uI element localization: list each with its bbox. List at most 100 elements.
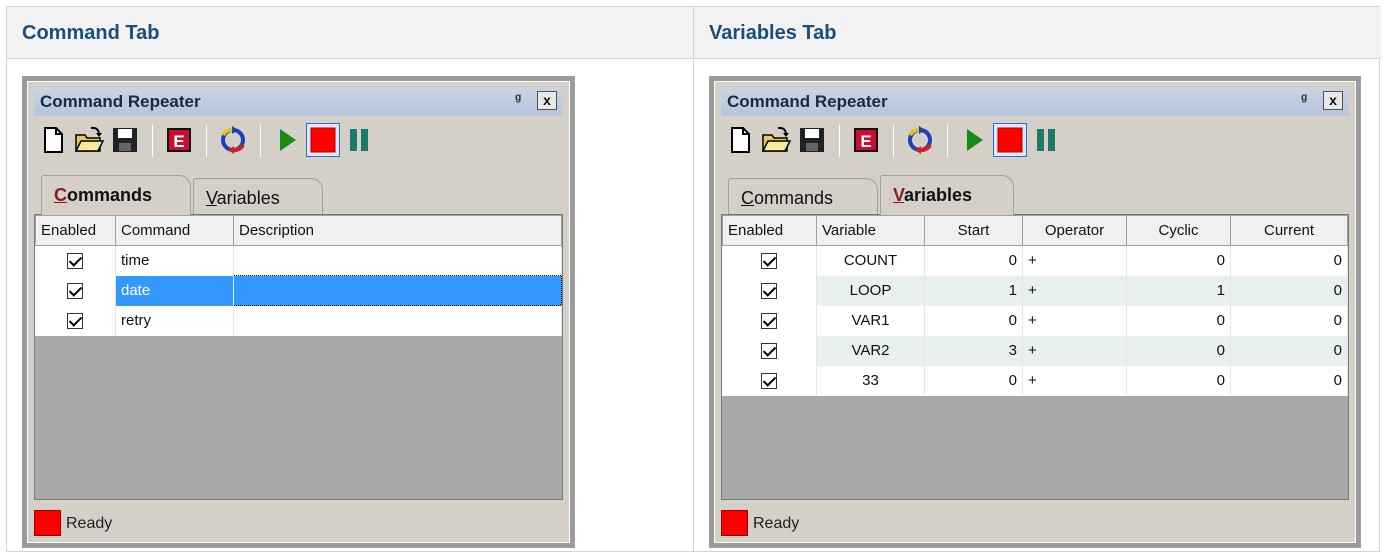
- column-header-cyclic[interactable]: Cyclic: [1126, 215, 1231, 246]
- tab-variables-label: ariables: [216, 188, 280, 208]
- save-disk-icon[interactable]: [797, 125, 827, 155]
- operator-cell[interactable]: +: [1022, 275, 1127, 306]
- toolbar: E: [34, 121, 563, 161]
- cyclic-cell[interactable]: 0: [1126, 245, 1231, 276]
- enabled-cell[interactable]: [35, 245, 116, 276]
- status-indicator-icon: [34, 510, 61, 536]
- current-cell[interactable]: 0: [1230, 305, 1348, 336]
- tab-commands[interactable]: Commands: [728, 178, 878, 214]
- start-cell[interactable]: 3: [924, 335, 1023, 366]
- enabled-cell[interactable]: [35, 305, 116, 336]
- start-cell[interactable]: 0: [924, 365, 1023, 396]
- column-header-enabled[interactable]: Enabled: [722, 215, 817, 246]
- operator-cell[interactable]: +: [1022, 335, 1127, 366]
- column-header-description[interactable]: Description: [233, 215, 562, 246]
- enabled-cell[interactable]: [722, 275, 817, 306]
- current-cell[interactable]: 0: [1230, 335, 1348, 366]
- right-column: Variables Tab Command Repeater ᵍ x E Com…: [694, 7, 1381, 551]
- checkbox[interactable]: [761, 373, 778, 390]
- description-cell[interactable]: [233, 305, 562, 336]
- checkbox[interactable]: [67, 283, 84, 300]
- checkbox[interactable]: [761, 283, 778, 300]
- close-icon[interactable]: x: [1323, 91, 1343, 110]
- pin-icon[interactable]: ᵍ: [1295, 91, 1313, 111]
- table-row[interactable]: LOOP 1 + 1 0: [722, 275, 1348, 306]
- checkbox[interactable]: [761, 253, 778, 270]
- description-cell[interactable]: [233, 245, 562, 276]
- command-cell[interactable]: retry: [115, 305, 234, 336]
- pin-icon[interactable]: ᵍ: [509, 91, 527, 111]
- toolbar-separator: [152, 125, 153, 157]
- stop-button[interactable]: [993, 123, 1027, 157]
- play-icon[interactable]: [272, 125, 302, 155]
- description-cell[interactable]: [233, 275, 562, 306]
- column-header-enabled[interactable]: Enabled: [35, 215, 116, 246]
- variable-cell[interactable]: VAR2: [816, 335, 925, 366]
- column-header-start[interactable]: Start: [924, 215, 1023, 246]
- table-row[interactable]: date: [35, 275, 562, 306]
- table-row[interactable]: time: [35, 245, 562, 276]
- tab-variables[interactable]: Variables: [880, 175, 1014, 215]
- column-header-variables-tab: Variables Tab: [694, 7, 1381, 59]
- close-icon[interactable]: x: [537, 91, 557, 110]
- enabled-cell[interactable]: [722, 245, 817, 276]
- start-cell[interactable]: 1: [924, 275, 1023, 306]
- checkbox[interactable]: [67, 313, 84, 330]
- column-header-variable[interactable]: Variable: [816, 215, 925, 246]
- edit-e-icon[interactable]: E: [851, 125, 881, 155]
- checkbox[interactable]: [67, 253, 84, 270]
- variable-cell[interactable]: VAR1: [816, 305, 925, 336]
- command-cell[interactable]: time: [115, 245, 234, 276]
- commands-table: Enabled Command Description time date re…: [35, 215, 562, 336]
- checkbox[interactable]: [761, 343, 778, 360]
- start-cell[interactable]: 0: [924, 245, 1023, 276]
- operator-cell[interactable]: +: [1022, 365, 1127, 396]
- column-header-current[interactable]: Current: [1230, 215, 1348, 246]
- table-row[interactable]: VAR1 0 + 0 0: [722, 305, 1348, 336]
- operator-cell[interactable]: +: [1022, 245, 1127, 276]
- stop-icon: [310, 127, 336, 153]
- current-cell[interactable]: 0: [1230, 365, 1348, 396]
- window-titlebar: Command Repeater ᵍ x: [34, 88, 563, 116]
- variable-cell[interactable]: COUNT: [816, 245, 925, 276]
- stop-button[interactable]: [306, 123, 340, 157]
- table-row[interactable]: retry: [35, 305, 562, 336]
- enabled-cell[interactable]: [35, 275, 116, 306]
- svg-text:E: E: [860, 132, 871, 151]
- table-row[interactable]: 33 0 + 0 0: [722, 365, 1348, 396]
- edit-e-icon[interactable]: E: [164, 125, 194, 155]
- current-cell[interactable]: 0: [1230, 245, 1348, 276]
- new-file-icon[interactable]: [38, 125, 68, 155]
- svg-text:E: E: [173, 132, 184, 151]
- open-folder-icon[interactable]: [74, 125, 104, 155]
- variable-cell[interactable]: 33: [816, 365, 925, 396]
- column-header-operator[interactable]: Operator: [1022, 215, 1127, 246]
- cyclic-cell[interactable]: 0: [1126, 335, 1231, 366]
- tab-commands[interactable]: Commands: [41, 175, 191, 215]
- pause-icon[interactable]: [344, 125, 374, 155]
- refresh-cycle-icon[interactable]: [218, 125, 248, 155]
- column-header-command[interactable]: Command: [115, 215, 234, 246]
- status-text: Ready: [66, 515, 113, 532]
- tab-variables[interactable]: Variables: [193, 178, 323, 214]
- variable-cell[interactable]: LOOP: [816, 275, 925, 306]
- new-file-icon[interactable]: [725, 125, 755, 155]
- open-folder-icon[interactable]: [761, 125, 791, 155]
- refresh-cycle-icon[interactable]: [905, 125, 935, 155]
- enabled-cell[interactable]: [722, 365, 817, 396]
- table-row[interactable]: VAR2 3 + 0 0: [722, 335, 1348, 366]
- current-cell[interactable]: 0: [1230, 275, 1348, 306]
- enabled-cell[interactable]: [722, 305, 817, 336]
- checkbox[interactable]: [761, 313, 778, 330]
- start-cell[interactable]: 0: [924, 305, 1023, 336]
- cyclic-cell[interactable]: 1: [1126, 275, 1231, 306]
- operator-cell[interactable]: +: [1022, 305, 1127, 336]
- cyclic-cell[interactable]: 0: [1126, 305, 1231, 336]
- play-icon[interactable]: [959, 125, 989, 155]
- save-disk-icon[interactable]: [110, 125, 140, 155]
- command-cell[interactable]: date: [115, 275, 234, 306]
- cyclic-cell[interactable]: 0: [1126, 365, 1231, 396]
- pause-icon[interactable]: [1031, 125, 1061, 155]
- table-row[interactable]: COUNT 0 + 0 0: [722, 245, 1348, 276]
- enabled-cell[interactable]: [722, 335, 817, 366]
